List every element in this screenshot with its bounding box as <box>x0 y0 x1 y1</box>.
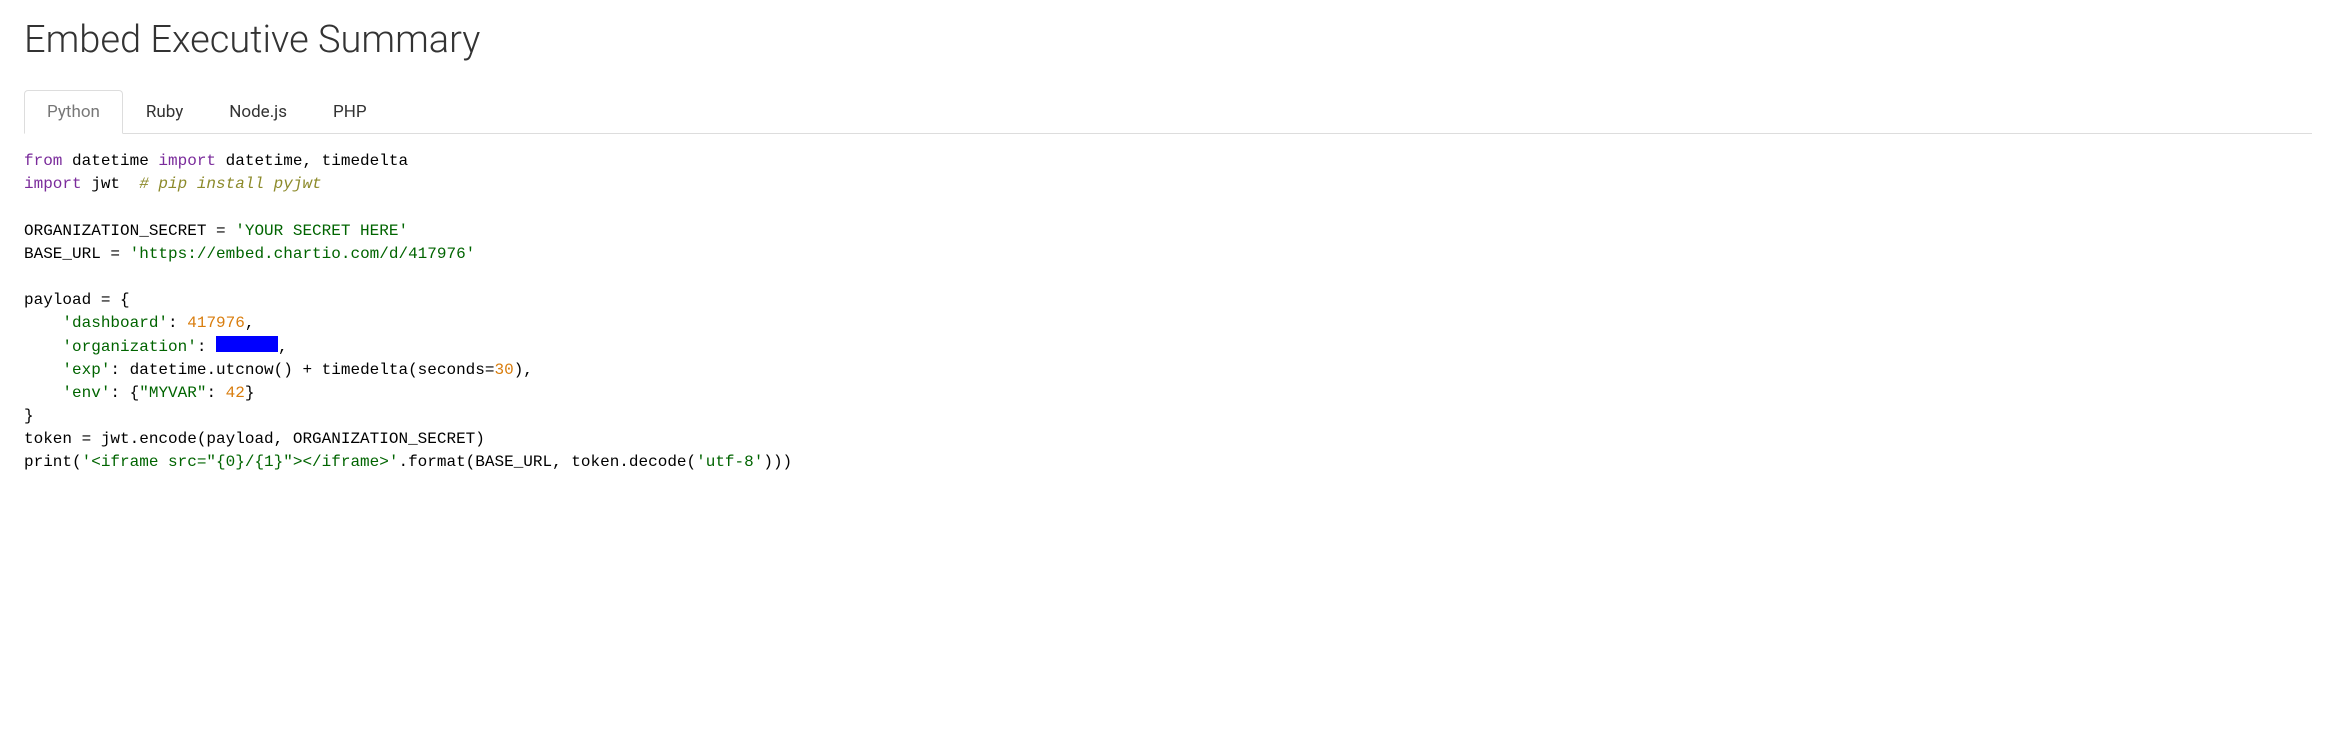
code-number: 30 <box>494 361 513 379</box>
tab-php[interactable]: PHP <box>310 90 390 134</box>
code-text: , <box>245 314 255 332</box>
code-text: : <box>168 314 187 332</box>
code-text: , <box>278 338 288 356</box>
code-string: 'utf-8' <box>696 453 763 471</box>
code-keyword: from <box>24 152 62 170</box>
code-indent <box>24 361 62 379</box>
code-text: token = jwt.encode(payload, ORGANIZATION… <box>24 430 485 448</box>
code-text: .format(BASE_URL, token.decode( <box>398 453 696 471</box>
code-keyword: import <box>158 152 216 170</box>
tab-nodejs[interactable]: Node.js <box>206 90 310 134</box>
code-number: 42 <box>226 384 245 402</box>
code-string: '<iframe src="{0}/{1}"></iframe>' <box>82 453 399 471</box>
code-text: : datetime.utcnow() + timedelta(seconds= <box>110 361 494 379</box>
code-string: "MYVAR" <box>139 384 206 402</box>
code-string: 'YOUR SECRET HERE' <box>235 222 408 240</box>
code-comment: # pip install pyjwt <box>139 175 321 193</box>
code-string: 'env' <box>62 384 110 402</box>
code-indent <box>24 384 62 402</box>
code-number: 417976 <box>187 314 245 332</box>
redacted-value <box>216 336 278 352</box>
code-snippet: from datetime import datetime, timedelta… <box>24 144 2312 475</box>
code-string: 'https://embed.chartio.com/d/417976' <box>130 245 476 263</box>
code-text: ORGANIZATION_SECRET = <box>24 222 235 240</box>
code-string: 'organization' <box>62 338 196 356</box>
code-keyword: import <box>24 175 82 193</box>
page-title: Embed Executive Summary <box>24 18 2312 62</box>
code-text: BASE_URL = <box>24 245 130 263</box>
code-indent <box>24 338 62 356</box>
code-text: : { <box>110 384 139 402</box>
code-text: } <box>245 384 255 402</box>
code-text: : <box>206 384 225 402</box>
language-tabs: Python Ruby Node.js PHP <box>24 90 2312 134</box>
code-indent <box>24 314 62 332</box>
code-text: print( <box>24 453 82 471</box>
tab-ruby[interactable]: Ruby <box>123 90 206 134</box>
code-text: payload = { <box>24 291 130 309</box>
code-text: : <box>197 338 216 356</box>
code-text: ))) <box>763 453 792 471</box>
code-text: ), <box>514 361 533 379</box>
code-text: datetime <box>62 152 158 170</box>
code-string: 'exp' <box>62 361 110 379</box>
tab-python[interactable]: Python <box>24 90 123 134</box>
code-text: } <box>24 407 34 425</box>
code-text: jwt <box>82 175 140 193</box>
code-string: 'dashboard' <box>62 314 168 332</box>
code-text: datetime, timedelta <box>216 152 408 170</box>
